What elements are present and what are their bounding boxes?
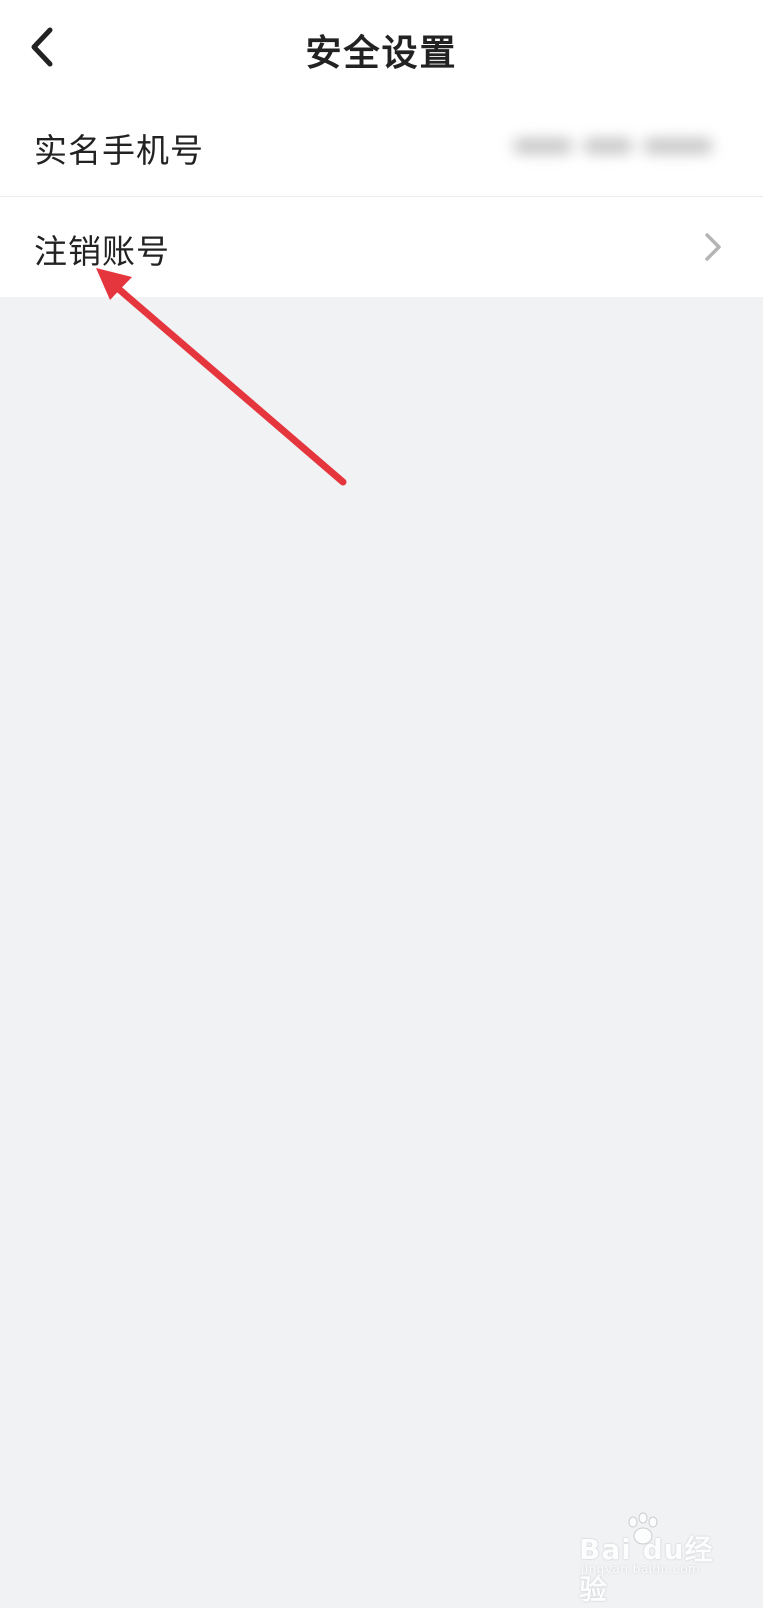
- settings-row-label: 注销账号: [34, 232, 170, 271]
- page-title: 安全设置: [305, 33, 458, 74]
- settings-list: 实名手机号 注销账号: [0, 96, 763, 297]
- navigation-bar: 安全设置: [0, 0, 763, 96]
- settings-row-label: 实名手机号: [34, 131, 204, 170]
- settings-row-cancel-account[interactable]: 注销账号: [0, 196, 763, 297]
- chevron-right-icon: [705, 233, 721, 261]
- settings-row-phone[interactable]: 实名手机号: [0, 96, 763, 196]
- blurred-phone-value: [503, 130, 723, 162]
- watermark-url: jingyan.baidu.com: [581, 1562, 701, 1576]
- baidu-jingyan-watermark: Bai du经验 jingyan.baidu.com: [579, 1512, 719, 1606]
